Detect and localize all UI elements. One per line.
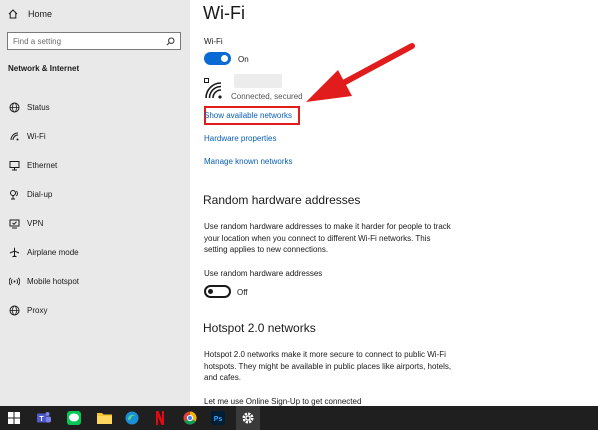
wifi-toggle-state: On xyxy=(238,55,249,64)
wifi-toggle-label: Wi-Fi xyxy=(204,37,223,46)
wifi-toggle[interactable] xyxy=(204,52,231,65)
sidebar-item-label: Wi-Fi xyxy=(27,132,46,141)
chrome-icon[interactable] xyxy=(182,410,198,426)
sidebar: Home Find a setting Network & Internet S… xyxy=(0,0,190,406)
hotspot-description: Hotspot 2.0 networks make it more secure… xyxy=(204,350,452,382)
search-box[interactable]: Find a setting xyxy=(7,32,181,50)
red-arrow-icon xyxy=(306,43,415,102)
settings-icon[interactable] xyxy=(240,410,256,426)
section-title: Network & Internet xyxy=(8,64,80,73)
random-hw-toggle-state: Off xyxy=(237,288,248,297)
show-available-networks-link[interactable]: Show available networks xyxy=(204,111,292,120)
dialup-icon xyxy=(8,189,20,201)
random-hw-toggle-label: Use random hardware addresses xyxy=(204,269,323,278)
home-icon xyxy=(8,9,18,19)
sidebar-item-airplane[interactable]: Airplane mode xyxy=(0,238,190,267)
search-input[interactable]: Find a setting xyxy=(13,37,61,46)
sidebar-item-label: Dial-up xyxy=(27,190,53,199)
sidebar-item-wifi[interactable]: Wi-Fi xyxy=(0,122,190,151)
manage-known-networks-link[interactable]: Manage known networks xyxy=(204,157,293,166)
home-link[interactable]: Home xyxy=(8,6,52,22)
sidebar-item-label: VPN xyxy=(27,219,44,228)
proxy-globe-icon xyxy=(8,305,20,317)
line-icon[interactable] xyxy=(66,410,82,426)
random-hw-toggle[interactable] xyxy=(204,285,231,298)
sidebar-item-ethernet[interactable]: Ethernet xyxy=(0,151,190,180)
sidebar-item-proxy[interactable]: Proxy xyxy=(0,296,190,325)
search-icon xyxy=(166,37,175,46)
svg-text:Ps: Ps xyxy=(214,416,223,423)
hotspot-icon xyxy=(8,276,20,288)
sidebar-item-label: Mobile hotspot xyxy=(27,277,80,286)
hotspot-heading: Hotspot 2.0 networks xyxy=(203,321,316,335)
sidebar-item-label: Ethernet xyxy=(27,161,58,170)
sidebar-item-label: Proxy xyxy=(27,306,48,315)
ethernet-icon xyxy=(8,160,20,172)
teams-icon[interactable]: T xyxy=(36,410,52,426)
random-hw-heading: Random hardware addresses xyxy=(203,193,361,207)
home-label: Home xyxy=(28,9,53,19)
airplane-icon xyxy=(8,247,20,259)
svg-text:T: T xyxy=(39,416,44,423)
network-status: Connected, secured xyxy=(231,92,303,101)
sidebar-item-label: Airplane mode xyxy=(27,248,79,257)
sidebar-nav: Status Wi-Fi Ethernet Dial-up VPN Airpla… xyxy=(0,93,190,325)
taskbar: T Ps xyxy=(0,406,598,430)
status-globe-icon xyxy=(8,102,20,114)
vpn-icon xyxy=(8,218,20,230)
sidebar-item-status[interactable]: Status xyxy=(0,93,190,122)
netflix-icon[interactable] xyxy=(152,410,168,426)
sidebar-item-vpn[interactable]: VPN xyxy=(0,209,190,238)
random-hw-description: Use random hardware addresses to make it… xyxy=(204,222,451,254)
photoshop-icon[interactable]: Ps xyxy=(210,410,226,426)
sidebar-item-hotspot[interactable]: Mobile hotspot xyxy=(0,267,190,296)
hardware-properties-link[interactable]: Hardware properties xyxy=(204,134,276,143)
wifi-icon xyxy=(8,131,20,143)
sidebar-item-dialup[interactable]: Dial-up xyxy=(0,180,190,209)
windows-start-icon[interactable] xyxy=(6,410,22,426)
edge-icon[interactable] xyxy=(124,410,140,426)
sidebar-item-label: Status xyxy=(27,103,50,112)
network-name-redacted xyxy=(234,74,282,88)
file-explorer-icon[interactable] xyxy=(96,410,112,426)
wifi-lock-icon xyxy=(204,78,222,99)
page-title: Wi-Fi xyxy=(203,3,245,23)
